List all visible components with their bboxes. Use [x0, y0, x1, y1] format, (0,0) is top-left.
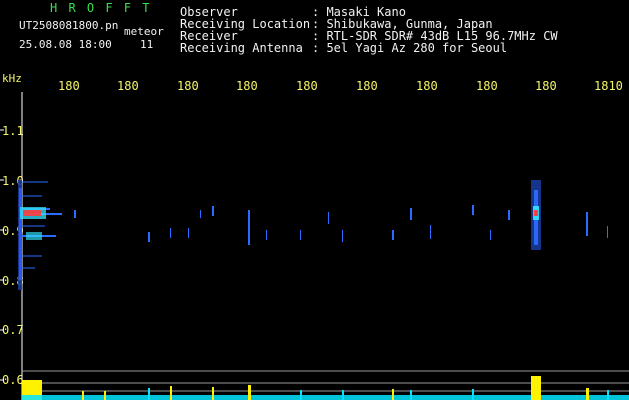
echo-mark — [212, 206, 214, 216]
amplitude-bar — [212, 387, 214, 400]
amplitude-bar — [148, 388, 150, 400]
echo-mark — [586, 212, 588, 236]
amplitude-bar — [82, 391, 84, 400]
echo-mark — [74, 210, 76, 218]
echo-mark — [472, 205, 474, 215]
amplitude-bar — [300, 390, 302, 400]
spectrogram-plot — [0, 92, 629, 400]
echo-mark — [266, 230, 267, 240]
amplitude-bar — [607, 390, 609, 400]
echo-mark — [508, 210, 510, 220]
amplitude-bar — [586, 388, 589, 400]
amplitude-bar — [410, 390, 412, 400]
echo-blob — [26, 232, 42, 240]
amplitude-bars — [22, 376, 629, 400]
amplitude-bar — [170, 386, 172, 400]
amplitude-bar — [472, 389, 474, 400]
echo-mark — [248, 210, 250, 245]
echo-mark — [490, 230, 491, 240]
edge-noise — [19, 188, 22, 280]
echo-mark — [200, 210, 201, 218]
echo-mark — [328, 212, 329, 224]
echo-mark — [607, 226, 608, 238]
amplitude-bar — [342, 390, 344, 400]
amplitude-bar — [248, 385, 251, 400]
meteor-echoes — [74, 205, 608, 245]
amplitude-bar — [392, 389, 394, 400]
echo-mark — [148, 232, 150, 242]
echo-mark — [300, 230, 301, 240]
echo-blob-core — [23, 210, 41, 216]
amplitude-bar-main — [531, 376, 541, 400]
echo-mark — [170, 228, 171, 238]
echo-mark — [410, 208, 412, 220]
echo-mark — [188, 228, 189, 238]
main-echo-core — [534, 210, 538, 216]
echo-mark — [392, 230, 394, 240]
amplitude-bar — [104, 391, 106, 400]
echo-mark — [342, 230, 343, 242]
echo-mark — [430, 225, 431, 239]
